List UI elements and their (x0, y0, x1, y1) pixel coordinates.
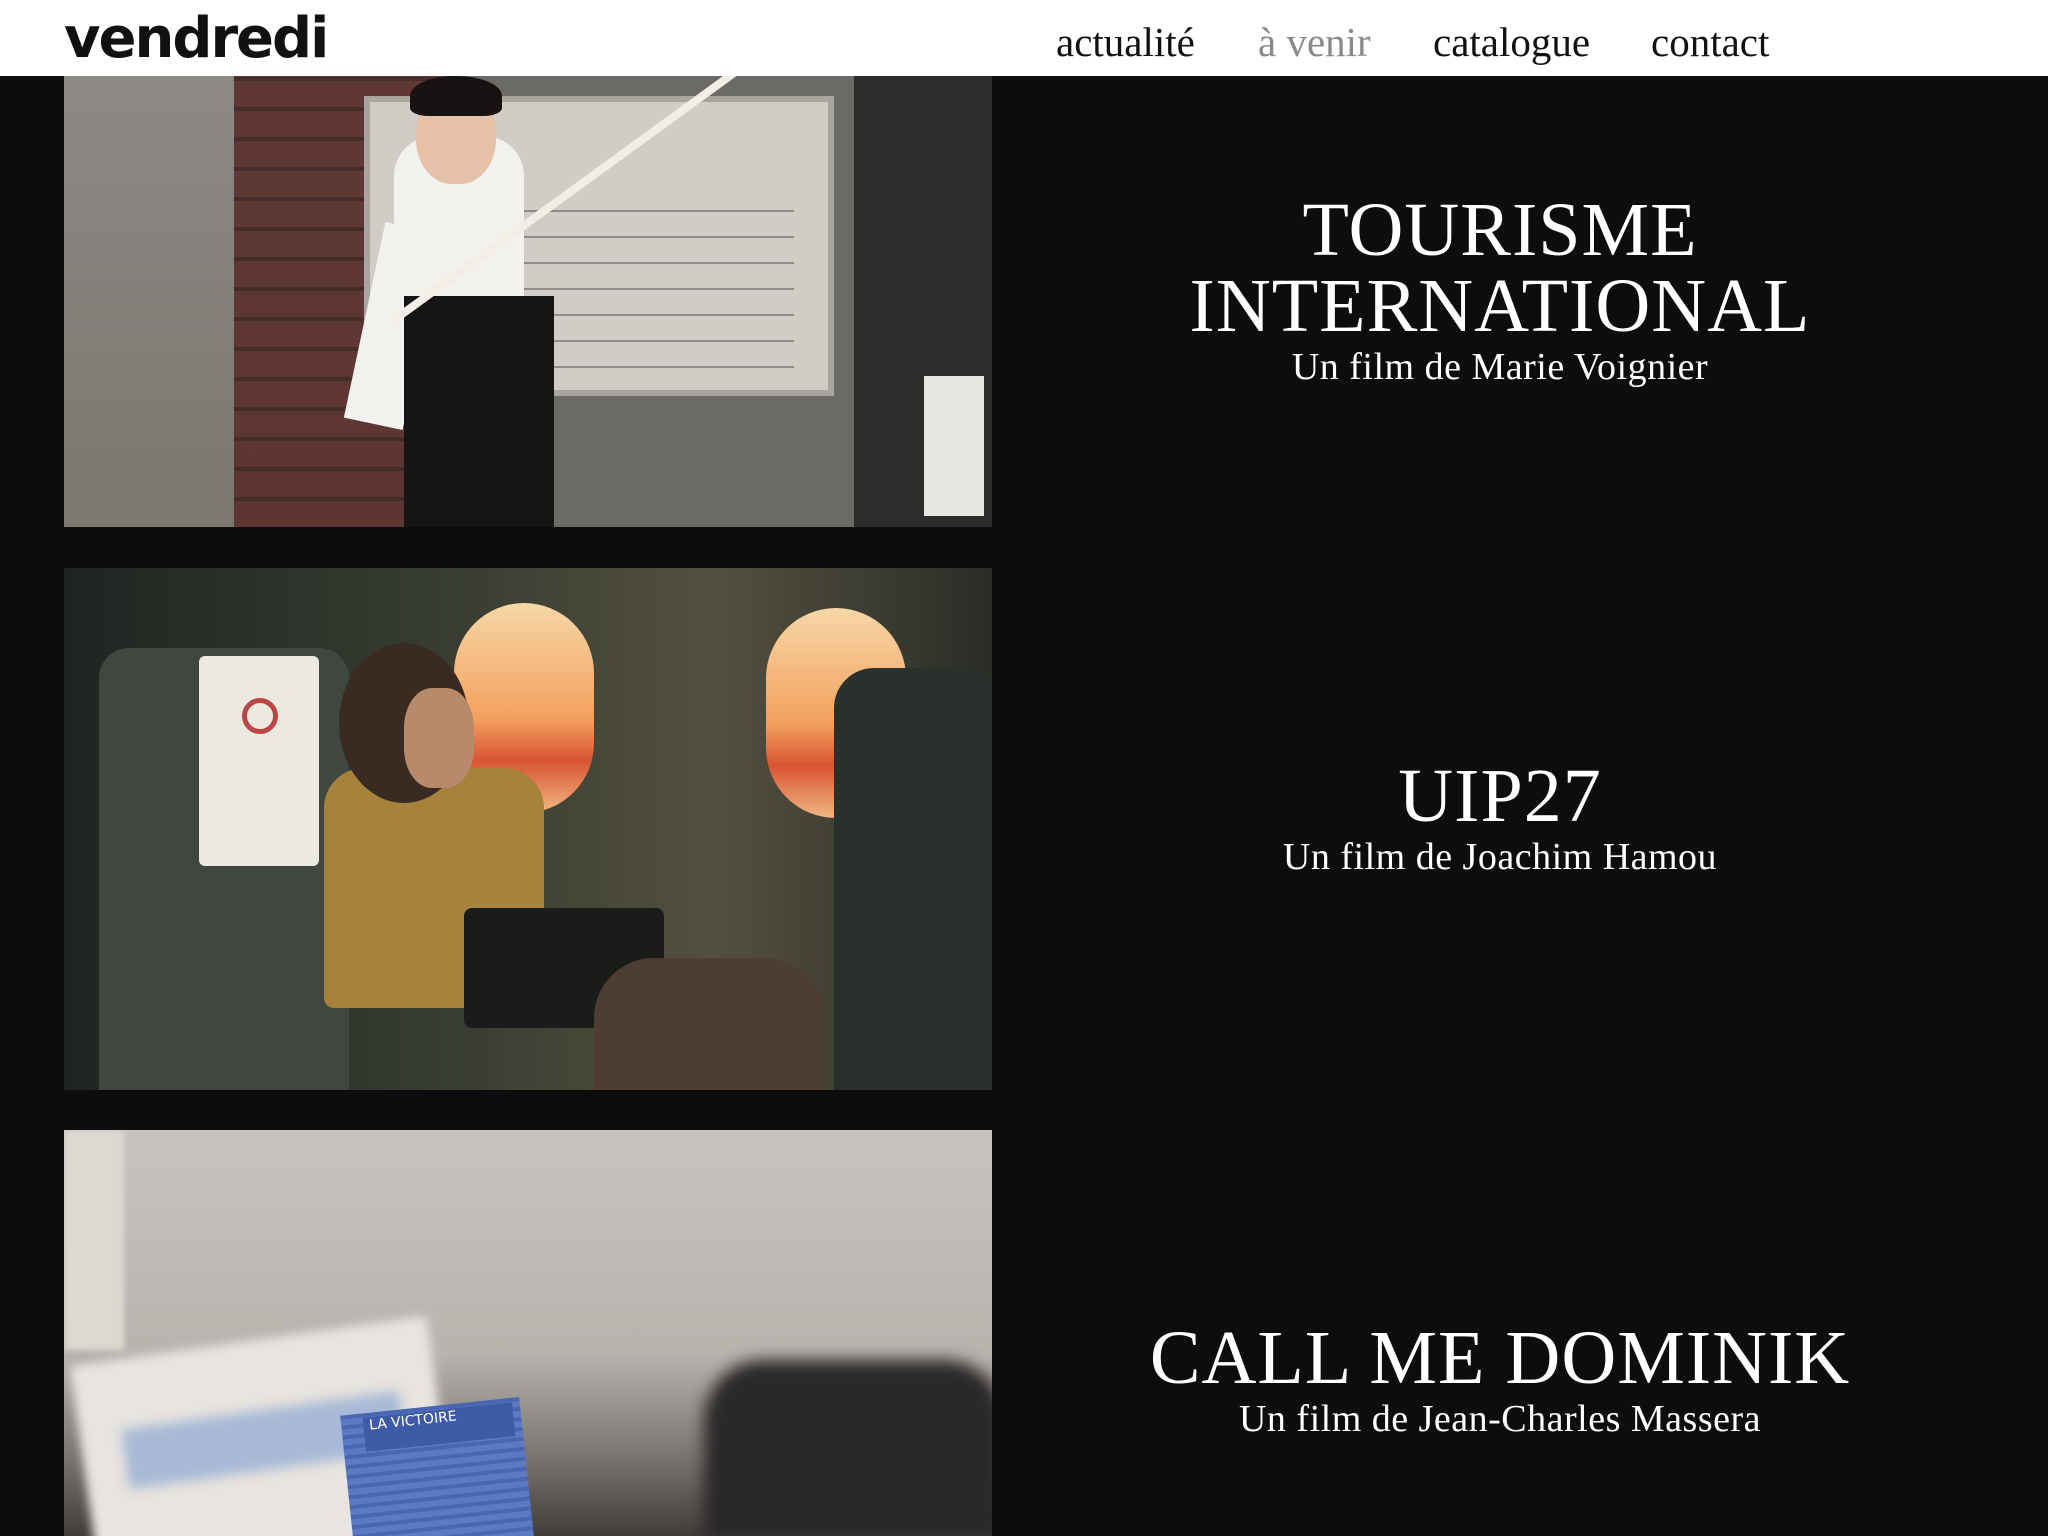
film-item-tourisme[interactable]: TOURISME INTERNATIONAL Un film de Marie … (0, 76, 2048, 528)
photo-detail (242, 698, 278, 734)
nav-item-actualite[interactable]: actualité (1056, 14, 1195, 70)
film-director: Un film de Marie Voignier (1291, 346, 1709, 388)
photo-detail (410, 76, 502, 116)
film-director: Un film de Jean-Charles Massera (1238, 1398, 1761, 1440)
photo-detail (924, 376, 984, 516)
photo-detail (834, 668, 992, 1090)
film-title[interactable]: INTERNATIONAL (1000, 268, 2000, 344)
film-item-uip27[interactable]: UIP27 Un film de Joachim Hamou (0, 568, 2048, 1090)
film-item-call-me-dominik[interactable]: LA VICTOIRE CALL ME DOMINIK Un film de J… (0, 1130, 2048, 1536)
photo-detail (64, 1130, 124, 1350)
film-thumbnail[interactable] (64, 568, 992, 1090)
photo-detail (404, 296, 554, 527)
nav-item-contact[interactable]: contact (1651, 14, 1769, 70)
site-header: vendredi actualité à venir catalogue con… (0, 0, 2048, 76)
photo-detail (704, 1360, 992, 1536)
photo-detail (594, 958, 824, 1090)
main-nav: actualité à venir catalogue contact (0, 14, 2048, 70)
film-title[interactable]: TOURISME (1000, 192, 2000, 268)
photo-detail (199, 656, 319, 866)
film-thumbnail[interactable]: LA VICTOIRE (64, 1130, 992, 1536)
nav-item-catalogue[interactable]: catalogue (1433, 14, 1590, 70)
film-info: CALL ME DOMINIK Un film de Jean-Charles … (1000, 1320, 2000, 1442)
film-title[interactable]: CALL ME DOMINIK (1000, 1320, 2000, 1396)
film-info: TOURISME INTERNATIONAL Un film de Marie … (1000, 192, 2000, 390)
film-thumbnail[interactable] (64, 76, 992, 527)
film-info: UIP27 Un film de Joachim Hamou (1000, 758, 2000, 880)
film-title[interactable]: UIP27 (1000, 758, 2000, 834)
film-director: Un film de Joachim Hamou (1282, 836, 1718, 878)
photo-detail (404, 688, 474, 788)
nav-item-a-venir[interactable]: à venir (1258, 14, 1371, 70)
